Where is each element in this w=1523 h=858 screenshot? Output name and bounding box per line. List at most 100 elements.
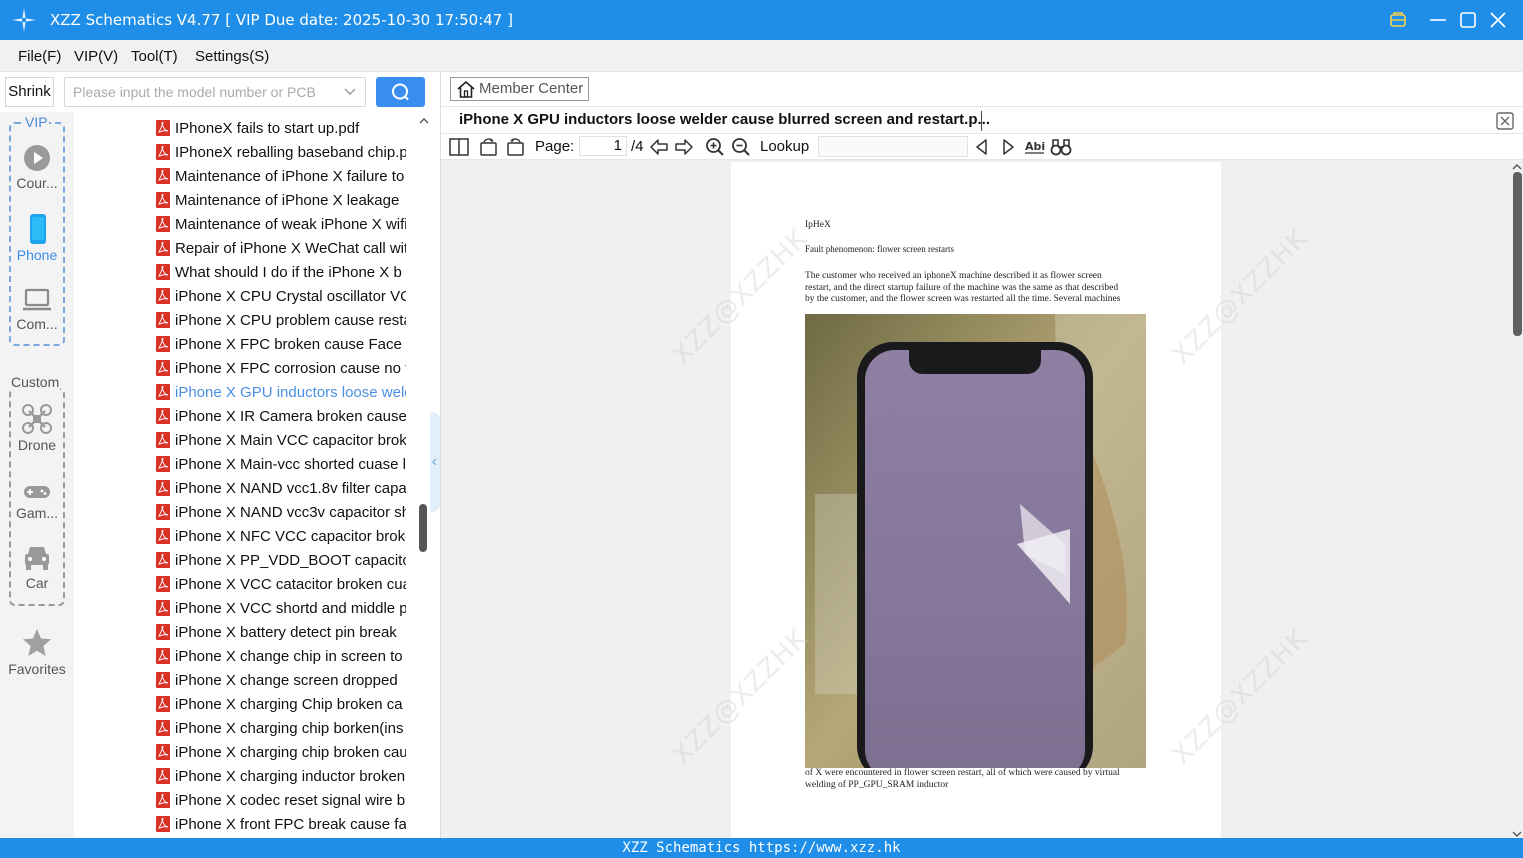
find-previous-icon[interactable]: [974, 137, 990, 157]
file-list-item[interactable]: iPhone X IR Camera broken cause: [156, 404, 406, 428]
menu-vip[interactable]: VIP(V): [74, 48, 118, 65]
file-list-item[interactable]: iPhone X CPU problem cause restart: [156, 308, 406, 332]
file-list-item[interactable]: iPhone X FPC broken cause Face id: [156, 332, 406, 356]
pdf-file-icon: [156, 480, 170, 496]
category-game[interactable]: Gam...: [4, 480, 70, 521]
maximize-icon[interactable]: [1458, 10, 1478, 30]
category-label: Gam...: [15, 505, 58, 521]
search-input[interactable]: [73, 84, 335, 100]
pdf-file-icon: [156, 504, 170, 520]
search-button[interactable]: [376, 77, 425, 107]
file-list-item[interactable]: iPhone X VCC catacitor broken cua: [156, 572, 406, 596]
rotate-right-icon[interactable]: [505, 137, 525, 157]
viewer-scrollbar[interactable]: [1513, 172, 1522, 336]
file-list-item[interactable]: Repair of iPhone X WeChat call with: [156, 236, 406, 260]
previous-page-icon[interactable]: [648, 137, 670, 157]
file-list-item[interactable]: IPhoneX reballing baseband chip.pdf: [156, 140, 406, 164]
member-bar: Member Center: [441, 72, 1523, 106]
close-document-icon[interactable]: [1496, 112, 1514, 130]
tab-separator: [981, 111, 982, 131]
file-name: IPhoneX fails to start up.pdf: [175, 119, 360, 137]
file-list-scrollbar[interactable]: [419, 504, 427, 552]
model-search[interactable]: [64, 77, 366, 107]
find-next-icon[interactable]: [1000, 137, 1016, 157]
shrink-button[interactable]: Shrink: [5, 77, 54, 107]
file-list-item[interactable]: iPhone X PP_VDD_BOOT capacitor: [156, 548, 406, 572]
file-list-item[interactable]: iPhone X NAND vcc3v capacitor sh: [156, 500, 406, 524]
lookup-input[interactable]: [818, 136, 968, 157]
doc-paragraph-line: restart, and the direct startup failure …: [805, 282, 1119, 293]
page-label: Page:: [535, 138, 575, 155]
category-drone[interactable]: Drone: [4, 404, 70, 453]
category-phone[interactable]: Phone: [4, 214, 70, 263]
window-title: XZZ Schematics V4.77 [ VIP Due date: 202…: [50, 11, 513, 29]
match-case-icon[interactable]: Abi: [1025, 137, 1045, 157]
page-number-input[interactable]: 1: [579, 136, 627, 156]
collapse-panel-handle[interactable]: [430, 412, 440, 512]
file-name: iPhone X GPU inductors loose welder: [175, 383, 406, 401]
doc-paragraph: The customer who received an iphoneX mac…: [805, 271, 1120, 306]
file-list-item[interactable]: iPhone X codec reset signal wire b: [156, 788, 406, 812]
file-list-item[interactable]: iPhone X GPU inductors loose welder: [156, 380, 406, 404]
category-car[interactable]: Car: [4, 544, 70, 591]
zoom-in-icon[interactable]: [705, 137, 725, 157]
vip-group-label: VIP: [24, 114, 49, 130]
file-list-item[interactable]: Maintenance of iPhone X leakage: [156, 188, 406, 212]
file-list-item[interactable]: iPhone X Main-vcc shorted cuase l: [156, 452, 406, 476]
file-list-item[interactable]: iPhone X NFC VCC capacitor broke: [156, 524, 406, 548]
file-list-item[interactable]: iPhone X NAND vcc1.8v filter capa: [156, 476, 406, 500]
file-list-item[interactable]: Maintenance of weak iPhone X wifi: [156, 212, 406, 236]
sidebar-toggle-icon[interactable]: [449, 137, 469, 157]
file-list-item[interactable]: iPhone X change chip in screen to: [156, 644, 406, 668]
file-list-item[interactable]: iPhone X charging chip broken cau: [156, 740, 406, 764]
file-list-item[interactable]: iPhone X charging chip borken(ins: [156, 716, 406, 740]
file-name: iPhone X CPU problem cause restart: [175, 311, 406, 329]
next-page-icon[interactable]: [673, 137, 695, 157]
scroll-up-icon[interactable]: [1511, 162, 1523, 172]
file-list-item[interactable]: iPhone X Main VCC capacitor broken: [156, 428, 406, 452]
file-list-item[interactable]: What should I do if the iPhone X b: [156, 260, 406, 284]
rotate-left-icon[interactable]: [479, 137, 499, 157]
category-courses[interactable]: Cour...: [4, 144, 70, 191]
pdf-file-icon: [156, 744, 170, 760]
file-list-item[interactable]: iPhone X change screen dropped: [156, 668, 406, 692]
watermark: XZZ@XZZHK: [1166, 623, 1314, 771]
document-tab[interactable]: iPhone X GPU inductors loose welder caus…: [459, 111, 990, 128]
menu-file[interactable]: File(F): [18, 48, 61, 65]
doc-fault-line: Fault phenomenon: flower screen restarts: [805, 244, 954, 254]
category-label: Drone: [17, 437, 57, 453]
close-icon[interactable]: [1488, 10, 1508, 30]
scroll-up-icon[interactable]: [418, 116, 430, 126]
file-list-item[interactable]: iPhone X VCC shortd and middle p: [156, 596, 406, 620]
category-label: Phone: [16, 247, 58, 263]
member-center-button[interactable]: Member Center: [450, 77, 589, 101]
watermark: XZZ@XZZHK: [666, 623, 814, 771]
file-name: iPhone X change screen dropped: [175, 671, 398, 689]
minimize-icon[interactable]: [1428, 10, 1448, 30]
file-list-item[interactable]: IPhoneX fails to start up.pdf: [156, 116, 406, 140]
file-name: What should I do if the iPhone X b: [175, 263, 402, 281]
doc-paragraph-line: by the customer, and the flower screen w…: [805, 294, 1121, 304]
category-favorites[interactable]: Favorites: [4, 628, 70, 677]
pdf-viewer[interactable]: IpHeX Fault phenomenon: flower screen re…: [441, 160, 1523, 838]
category-computer[interactable]: Com...: [4, 287, 70, 332]
binoculars-icon[interactable]: [1050, 137, 1072, 157]
file-list-item[interactable]: iPhone X CPU Crystal oscillator VCC: [156, 284, 406, 308]
menu-tool[interactable]: Tool(T): [131, 48, 178, 65]
chevron-down-icon[interactable]: [343, 85, 357, 99]
file-list-item[interactable]: iPhone X front FPC break cause fac: [156, 812, 406, 836]
doc-paragraph-line: The customer who received an iphoneX mac…: [805, 271, 1102, 281]
zoom-out-icon[interactable]: [731, 137, 751, 157]
vip-icon[interactable]: [1388, 10, 1408, 30]
pdf-file-icon: [156, 264, 170, 280]
file-name: iPhone X charging Chip broken ca: [175, 695, 403, 713]
file-list-item[interactable]: Maintenance of iPhone X failure to: [156, 164, 406, 188]
menu-settings[interactable]: Settings(S): [195, 48, 269, 65]
file-list-item[interactable]: iPhone X battery detect pin break: [156, 620, 406, 644]
file-list-item[interactable]: iPhone X charging inductor broken: [156, 764, 406, 788]
scroll-down-icon[interactable]: [1511, 830, 1523, 838]
file-list-item[interactable]: iPhone X FPC corrosion cause no f: [156, 356, 406, 380]
file-name: iPhone X VCC catacitor broken cua: [175, 575, 406, 593]
file-name: iPhone X front FPC break cause fac: [175, 815, 406, 833]
file-list-item[interactable]: iPhone X charging Chip broken ca: [156, 692, 406, 716]
